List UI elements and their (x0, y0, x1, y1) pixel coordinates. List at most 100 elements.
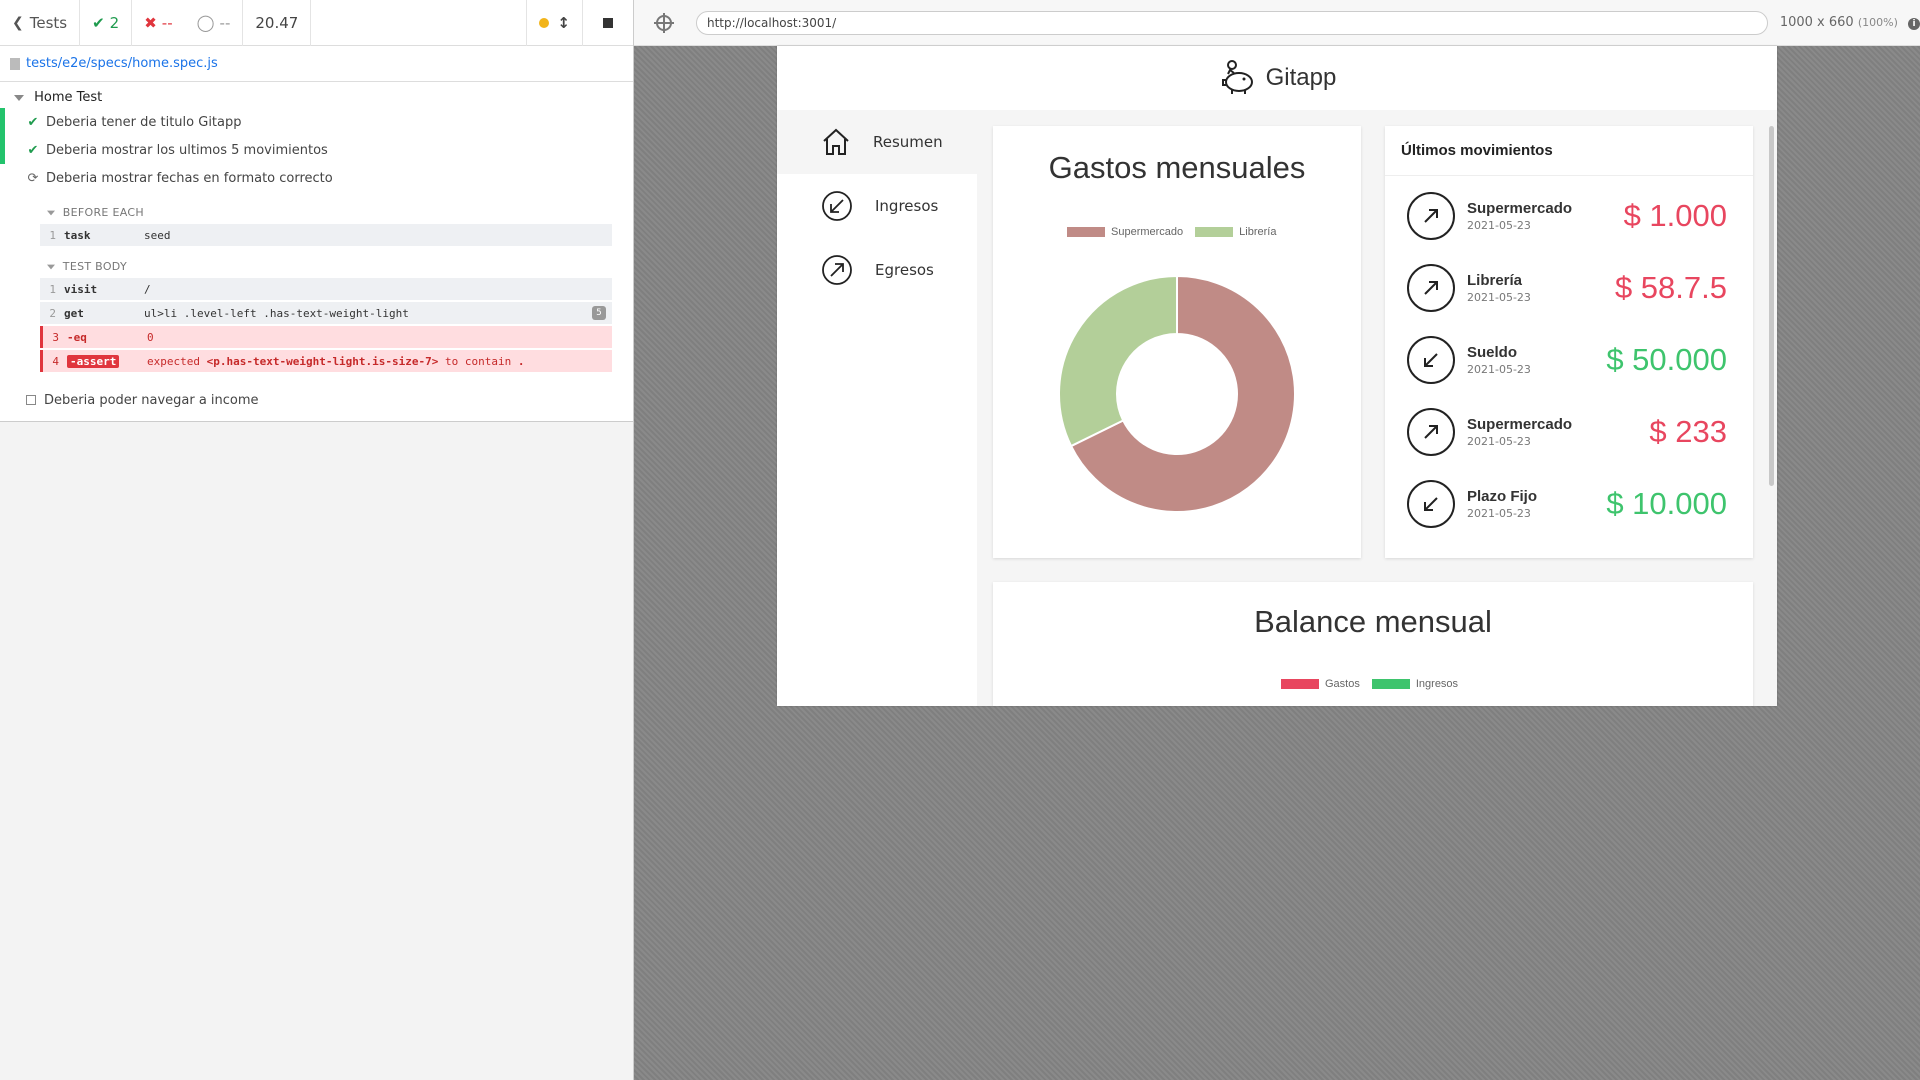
balance-title: Balance mensual (1254, 604, 1492, 639)
spec-file-path: tests/e2e/specs/home.spec.js (26, 56, 218, 71)
pending-box-icon (26, 395, 36, 405)
movement-name: Supermercado (1467, 200, 1573, 217)
command-message: / (144, 282, 151, 296)
test-title: Deberia mostrar fechas en formato correc… (46, 170, 333, 186)
test-item[interactable]: ✔ Deberia tener de titulo Gitapp (0, 108, 632, 136)
movement-amount: $ 58.7.5 (1614, 270, 1727, 305)
movement-date: 2021-05-23 (1467, 435, 1531, 448)
assert-pre: expected (147, 354, 207, 368)
movement-item[interactable]: Plazo Fijo 2021-05-23 $ 10.000 (1407, 476, 1727, 532)
check-icon: ✔ (92, 13, 105, 32)
url-bar[interactable]: http://localhost:3001/ (695, 10, 1768, 35)
stop-icon (603, 17, 613, 28)
caret-down-icon (14, 94, 24, 101)
movement-amount: $ 1.000 (1623, 198, 1727, 233)
circle-icon: ◯ (196, 13, 215, 32)
selector-playground-icon[interactable] (654, 12, 674, 33)
test-item[interactable]: ⟳ Deberia mostrar fechas en formato corr… (0, 164, 632, 192)
donut-slice-1[interactable] (1058, 274, 1178, 448)
command-name: -eq (67, 330, 87, 344)
sidebar-item-ingresos[interactable]: Ingresos (777, 174, 977, 238)
check-icon: ✔ (27, 114, 39, 130)
movement-text: Supermercado 2021-05-23 (1467, 200, 1624, 232)
command-row[interactable]: 1 visit / (40, 278, 612, 300)
movement-item[interactable]: Supermercado 2021-05-23 $ 1.000 (1407, 188, 1727, 244)
expenses-chart-card: Gastos mensuales Supermercado Librería (993, 126, 1361, 558)
url-text: http://localhost:3001/ (706, 15, 837, 30)
test-body-hook[interactable]: TEST BODY (46, 260, 127, 273)
app-navbar: Gitapp (777, 46, 1777, 110)
sidebar-item-label: Resumen (873, 133, 943, 151)
arrow-up-right-icon (1407, 408, 1455, 456)
legend-swatch-gastos[interactable] (1281, 679, 1319, 689)
app-title: Gitapp (1265, 64, 1337, 91)
cross-icon: ✖ (144, 13, 157, 32)
suite-label: Home Test (34, 90, 103, 105)
movement-name: Librería (1467, 272, 1523, 289)
command-row[interactable]: 1 task seed (40, 224, 612, 246)
pending-stat: ◯ -- (185, 0, 244, 46)
spec-file-link[interactable]: tests/e2e/specs/home.spec.js (0, 46, 633, 82)
assert-post: to contain (438, 354, 518, 368)
scrollbar[interactable] (1769, 126, 1774, 486)
arrow-up-right-icon (822, 255, 852, 285)
viewport-size: 1000 x 660 (1779, 15, 1854, 30)
arrow-down-left-icon (822, 191, 852, 221)
refresh-icon: ⟳ (27, 170, 39, 186)
test-title: Deberia tener de titulo Gitapp (46, 114, 242, 130)
command-message: seed (144, 228, 171, 242)
sidebar-item-resumen[interactable]: Resumen (777, 110, 977, 174)
app-frame: Gitapp Resumen Ingresos Egresos Gastos m… (777, 46, 1777, 706)
viewport-info: 1000 x 660 (100%) i (1780, 15, 1920, 30)
sidebar-item-egresos[interactable]: Egresos (777, 238, 977, 302)
before-each-hook[interactable]: BEFORE EACH (46, 206, 144, 219)
assert-value: . (517, 354, 525, 368)
command-number: 1 (49, 282, 56, 296)
element-count-badge: 5 (592, 306, 606, 320)
movement-name: Supermercado (1467, 416, 1573, 433)
back-to-tests-button[interactable]: ❮ Tests (0, 0, 81, 46)
test-item[interactable]: Deberia poder navegar a income (0, 386, 632, 414)
movement-item[interactable]: Librería 2021-05-23 $ 58.7.5 (1407, 260, 1727, 316)
suite-title[interactable]: Home Test (14, 90, 102, 105)
scroll-toggle-icon[interactable]: ↕ (557, 14, 570, 32)
command-number: 4 (52, 354, 59, 368)
movement-date: 2021-05-23 (1467, 507, 1531, 520)
command-row-error[interactable]: 4 -assert expected <p.has-text-weight-li… (40, 350, 612, 372)
movement-text: Librería 2021-05-23 (1467, 272, 1615, 304)
hook-label: BEFORE EACH (62, 206, 144, 219)
back-label: Tests (29, 13, 68, 32)
test-title: Deberia poder navegar a income (44, 392, 259, 408)
test-reporter: ❮ Tests ✔ 2 ✖ -- ◯ -- 20.47 ↕ tests/e2e/… (0, 0, 634, 1080)
arrow-up-right-icon (1407, 192, 1455, 240)
info-icon[interactable]: i (1908, 18, 1920, 30)
app-under-test-area: http://localhost:3001/ 1000 x 660 (100%)… (634, 0, 1920, 1080)
legend-swatch-ingresos[interactable] (1371, 679, 1410, 689)
running-dot-icon (539, 17, 550, 28)
command-row[interactable]: 2 get ul>li .level-left .has-text-weight… (40, 302, 612, 324)
arrow-down-left-icon (1407, 480, 1455, 528)
chevron-left-icon: ❮ (12, 14, 24, 31)
legend-label: Gastos (1325, 678, 1360, 690)
test-item[interactable]: ✔ Deberia mostrar los ultimos 5 movimien… (0, 136, 632, 164)
command-row-error[interactable]: 3 -eq 0 (40, 326, 612, 348)
movement-name: Plazo Fijo (1467, 488, 1538, 505)
movement-date: 2021-05-23 (1467, 291, 1531, 304)
command-name: get (64, 306, 84, 320)
movement-item[interactable]: Sueldo 2021-05-23 $ 50.000 (1407, 332, 1727, 388)
movements-card: Últimos movimientos Supermercado 2021-05-… (1385, 126, 1753, 558)
movement-date: 2021-05-23 (1467, 219, 1531, 232)
command-message: expected <p.has-text-weight-light.is-siz… (147, 355, 612, 368)
legend-label: Ingresos (1415, 678, 1459, 690)
command-name: visit (64, 282, 98, 296)
command-message: 0 (147, 330, 154, 344)
aut-header: http://localhost:3001/ 1000 x 660 (100%)… (634, 0, 1920, 46)
viewport-scale: (100%) (1857, 16, 1898, 29)
balance-legend: Gastos Ingresos (1281, 678, 1458, 690)
passed-stat: ✔ 2 (80, 0, 133, 46)
movement-amount: $ 50.000 (1606, 342, 1727, 377)
movement-item[interactable]: Supermercado 2021-05-23 $ 233 (1407, 404, 1727, 460)
header-spacer (311, 0, 528, 46)
stop-button[interactable] (583, 0, 633, 46)
sidebar-item-label: Egresos (875, 261, 934, 279)
